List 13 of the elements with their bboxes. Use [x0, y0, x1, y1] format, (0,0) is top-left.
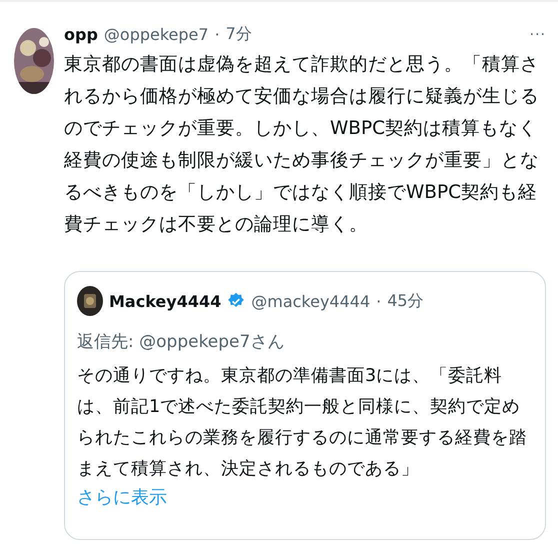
user-name[interactable]: Mackey4444: [109, 292, 222, 310]
separator: ·: [376, 292, 382, 310]
more-button[interactable]: ···: [530, 26, 546, 42]
quoted-post-text: その通りですね。東京都の準備書面3には、「委託料は、前記1で述べた委託契約一般と同様に、契約で定められたこれらの業務を履行するのに通常要する経費を踏まえて積算され、決定されるものである」: [77, 365, 528, 481]
quoted-post-card[interactable]: Mackey4444 @mackey4444 · 45分 返信先: @oppekepe7さん その通りですね。東京都の準備書面3には、「委託料は、前記1で述べた委託契約一般と同様に、契約で定められたこれらの業務を履行するのに通常要する経費を踏まえて積算され、決定されるものである」 さらに表示: [64, 271, 546, 540]
user-handle[interactable]: @mackey4444: [251, 292, 370, 310]
reply-to-text: 返信先: @oppekepe7さん: [77, 331, 286, 353]
post-text: 東京都の書面は虚偽を超えて詐欺的だと思う。「積算されるから価格が極めて安価な場合は履行に疑義が生じるのでチェックが重要。しかし、WBPC契約は積算もなく経費の使途も制限が緩いため事後チェックが重要」となるべきものを「しかし」ではなく順接でWBPC契約も経費チェックは不要との論理に導く。: [64, 53, 540, 237]
post-time[interactable]: 7分: [226, 24, 252, 45]
user-name[interactable]: opp: [64, 25, 98, 44]
separator: ·: [214, 25, 220, 44]
post-time[interactable]: 45分: [387, 290, 424, 312]
user-handle[interactable]: @oppekepe7: [104, 25, 209, 44]
